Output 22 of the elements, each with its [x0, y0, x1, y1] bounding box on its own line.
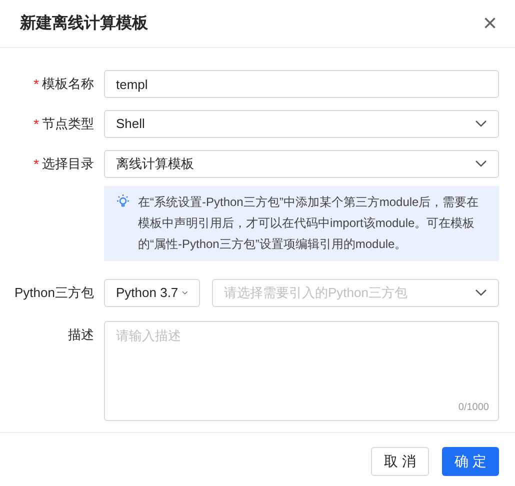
- select-field[interactable]: 离线计算模板: [104, 150, 499, 178]
- field-label: Python三方包: [14, 284, 94, 302]
- chevron-down-icon: [182, 289, 188, 297]
- field-label: 节点类型: [42, 115, 94, 134]
- character-counter: 0/1000: [458, 401, 489, 415]
- chevron-down-icon: [475, 160, 487, 168]
- name-input[interactable]: templ: [104, 70, 499, 98]
- field-label: 模板名称: [42, 75, 94, 94]
- field-label: 描述: [68, 326, 94, 344]
- dialog-title: 新建离线计算模板: [20, 13, 148, 34]
- cancel-button[interactable]: 取 消: [371, 447, 429, 476]
- notice-text: 在“系统设置-Python三方包”中添加某个第三方module后，需要在模板中声明引用后，才可以在代码中import该module。可在模板的“属性-Python三方包”设置项编辑引用的module。: [138, 194, 480, 253]
- chevron-down-icon: [475, 120, 487, 128]
- select-field[interactable]: Shell: [104, 110, 499, 138]
- confirm-button[interactable]: 确 定: [442, 447, 499, 476]
- lightbulb-icon: [116, 194, 130, 208]
- version-select[interactable]: Python 3.7: [104, 279, 200, 307]
- required-asterisk: *: [34, 74, 39, 94]
- chevron-down-icon: [475, 289, 487, 297]
- required-asterisk: *: [34, 114, 39, 134]
- required-asterisk: *: [34, 154, 39, 174]
- field-label: 选择目录: [42, 155, 94, 174]
